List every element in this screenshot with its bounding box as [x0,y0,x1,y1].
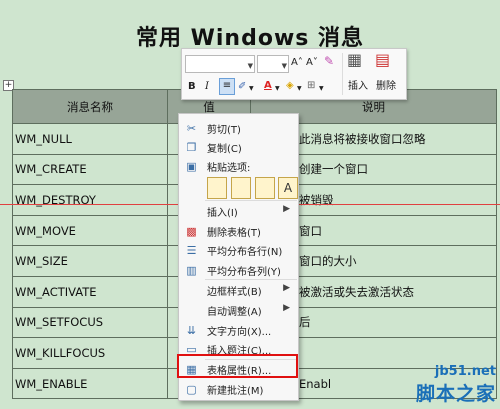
watermark-url: jb51.net [434,364,496,379]
italic-button[interactable]: I [205,80,209,94]
menu-item-label: 插入(I) [207,208,238,219]
font-shrink-button[interactable]: A˅ [306,56,318,70]
paste-picture-icon[interactable] [255,177,275,199]
shading-icon[interactable]: ◈ [286,79,294,93]
menu-item-label: 自动调整(A) [207,307,262,318]
menu-item-label: 复制(C) [207,144,242,155]
menu-item[interactable]: ☰ 平均分布各行(N) [179,241,298,260]
message-name-cell[interactable]: WM_ACTIVATE [12,275,168,308]
message-name-cell[interactable]: WM_MOVE [12,214,168,247]
message-name-cell[interactable]: WM_NULL [12,123,168,155]
menu-item[interactable]: 边框样式(B) ▶ [179,281,298,300]
menu-item[interactable]: ▩ 删除表格(T) [179,222,298,241]
highlight-box [177,354,298,378]
menu-separator [205,200,297,201]
message-name-cell[interactable]: WM_DESTROY [12,184,168,216]
menu-item-label: 新建批注(M) [207,386,264,397]
format-painter-icon[interactable]: ✎ [324,54,334,68]
paste-text-only-icon[interactable]: A [278,177,298,199]
delete-label[interactable]: 删除 [376,80,396,94]
menu-item[interactable]: ▥ 平均分布各列(Y) [179,261,298,280]
menu-item[interactable]: ❐ 复制(C) [179,138,298,157]
chevron-down-icon[interactable]: ▼ [249,82,254,96]
font-grow-button[interactable]: A˄ [291,56,303,70]
submenu-arrow-icon: ▶ [283,303,290,313]
menu-item[interactable]: ▢ 新建批注(M) [179,380,298,399]
message-name-cell[interactable]: WM_SIZE [12,245,168,277]
borders-icon[interactable]: ⊞ [307,79,315,93]
menu-item-label: 粘贴选项: [207,163,251,174]
chevron-down-icon[interactable]: ▼ [297,82,302,96]
message-name-cell[interactable]: WM_CREATE [12,153,168,186]
delete-table-icon[interactable]: ▤ [375,52,390,68]
distribute-columns-icon: ▥ [186,264,197,277]
message-name-cell[interactable]: WM_ENABLE [12,367,168,400]
watermark: jb51.net 脚本之家 [416,364,496,406]
font-size-box[interactable]: ▼ [257,55,289,73]
menu-item[interactable]: 自动调整(A) ▶ [179,301,298,320]
menu-item-label: 剪切(T) [207,125,241,136]
menu-item-label: 文字方向(X)... [207,327,272,338]
delete-table-icon: ▩ [186,225,197,238]
menu-item-label: 平均分布各行(N) [207,247,283,258]
bold-button[interactable]: B [188,80,196,94]
submenu-arrow-icon: ▶ [283,283,290,293]
toolbar-separator [342,53,343,95]
menu-item-label: 平均分布各列(Y) [207,267,281,278]
menu-separator [205,279,297,280]
new-comment-icon: ▢ [186,383,197,396]
submenu-arrow-icon: ▶ [283,204,290,214]
paste-merge-format-icon[interactable] [231,177,251,199]
menu-item-label: 边框样式(B) [207,287,262,298]
message-name-cell[interactable]: WM_SETFOCUS [12,306,168,339]
menu-item[interactable]: ✂ 剪切(T) [179,119,298,138]
text-direction-icon: ⇊ [186,324,197,337]
watermark-text: 脚本之家 [415,383,496,405]
chevron-down-icon[interactable]: ▼ [319,82,324,96]
mini-toolbar: ▼ ▼ A˄ A˅ ✎ B I ≡ ✐ ▼ A ▼ ◈ ▼ ⊞ ▼ ▦ 插入 ▤… [181,48,407,100]
menu-item[interactable]: 插入(I) ▶ [179,202,298,221]
scissors-icon: ✂ [186,122,197,135]
paste-keep-source-icon[interactable] [207,177,227,199]
insert-table-icon[interactable]: ▦ [347,52,362,68]
menu-item[interactable]: ⇊ 文字方向(X)... [179,321,298,340]
chevron-down-icon[interactable]: ▼ [275,82,280,96]
highlight-icon[interactable]: ✐ [238,80,246,94]
font-name-box[interactable]: ▼ [185,55,255,73]
distribute-rows-icon: ☰ [186,244,197,257]
paste-options-row: A [205,177,298,199]
insert-label[interactable]: 插入 [348,80,368,94]
message-name-cell[interactable]: WM_KILLFOCUS [12,337,168,369]
header-cell[interactable]: 消息名称 [12,89,168,124]
paste-icon: ▣ [186,160,197,173]
center-align-icon[interactable]: ≡ [219,78,235,95]
font-color-button[interactable]: A [264,79,272,93]
copy-icon: ❐ [186,141,197,154]
menu-item-label: 删除表格(T) [207,228,261,239]
menu-item[interactable]: ▣ 粘贴选项: [179,157,298,176]
